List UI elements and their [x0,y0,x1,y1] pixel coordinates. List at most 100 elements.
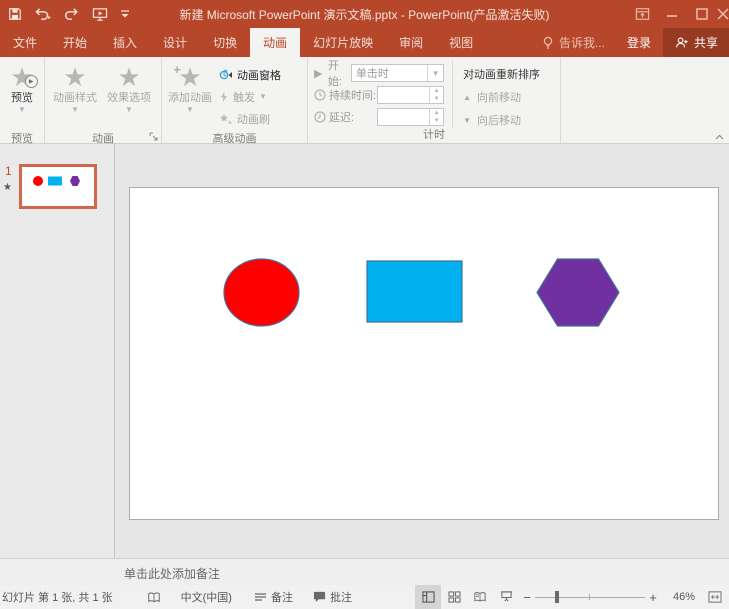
tell-me-button[interactable]: 告诉我... [532,28,615,57]
effect-options-button[interactable]: ★ 效果选项 ▼ [102,60,156,132]
delay-row: 延迟: ▲▼ [314,108,444,126]
slideshow-view-button[interactable] [493,585,519,609]
reading-view-button[interactable] [467,585,493,609]
dialog-launcher-icon[interactable] [149,132,158,141]
spinner-arrows[interactable]: ▲▼ [429,109,443,125]
spinner-down-icon[interactable]: ▼ [430,95,443,103]
slide-thumbnail-panel[interactable]: 1 ★ [0,144,115,558]
collapse-ribbon-icon[interactable] [715,134,724,140]
animation-indicator-star-icon[interactable]: ★ [3,182,12,193]
notes-toggle-button[interactable]: 备注 [250,585,297,609]
zoom-level[interactable]: 46% [661,591,695,603]
tab-insert[interactable]: 插入 [100,28,150,57]
language-status[interactable]: 中文(中国) [177,585,236,609]
group-label-timing: 计时 [308,128,560,143]
rectangle-shape[interactable] [367,261,462,322]
slide-number: 1 [5,164,12,178]
chevron-down-icon: ▼ [71,105,79,114]
redo-icon[interactable] [64,7,80,21]
preview-button[interactable]: ★ ▶ 预览 ▼ [3,60,41,132]
fit-slide-to-window-button[interactable] [703,585,727,609]
tab-transitions[interactable]: 切换 [200,28,250,57]
minimize-icon[interactable] [657,0,687,28]
move-later-button[interactable]: ▼ 向后移动 [463,112,557,128]
duration-spinner[interactable]: ▲▼ [377,86,444,104]
sign-in-button[interactable]: 登录 [615,28,663,57]
chevron-down-icon: ▼ [186,105,194,114]
play-badge-icon: ▶ [25,75,38,88]
delay-spinner[interactable]: ▲▼ [377,108,444,126]
ribbon-tab-row: 文件 开始 插入 设计 切换 动画 幻灯片放映 审阅 视图 告诉我... 登录 … [0,28,729,57]
zoom-slider[interactable] [535,585,645,609]
notes-placeholder[interactable]: 单击此处添加备注 [124,565,220,582]
normal-view-button[interactable] [415,585,441,609]
tab-view[interactable]: 视图 [436,28,486,57]
add-animation-button[interactable]: ★ + 添加动画 ▼ [165,60,215,132]
window-controls [627,0,729,28]
group-preview: ★ ▶ 预览 ▼ 预览 [0,57,45,143]
chevron-down-icon: ▼ [259,92,267,101]
save-icon[interactable] [8,7,22,21]
spinner-up-icon[interactable]: ▲ [430,87,443,95]
slide-sorter-view-button[interactable] [441,585,467,609]
duration-row: 持续时间: ▲▼ [314,86,444,104]
animation-pane-button[interactable]: 动画窗格 [219,65,281,84]
move-earlier-button[interactable]: ▲ 向前移动 [463,89,557,105]
slide-canvas[interactable] [129,187,719,520]
ribbon-empty-space [561,57,729,143]
zoom-slider-track[interactable] [535,597,645,598]
workspace: 1 ★ [0,144,729,558]
person-plus-icon [674,36,689,50]
star-icon: ★ [117,62,140,92]
normal-view-icon [422,591,435,603]
triangle-up-icon: ▲ [463,93,471,102]
zoom-slider-thumb[interactable] [555,591,559,603]
maximize-icon[interactable] [687,0,717,28]
zoom-out-button[interactable]: − [519,590,535,605]
share-button[interactable]: 共享 [663,28,729,57]
zoom-in-button[interactable]: + [645,590,661,605]
ribbon: ★ ▶ 预览 ▼ 预览 ★ 动画样式 ▼ ★ 效果选项 ▼ 动画 [0,57,729,144]
proofing-button[interactable] [143,585,165,609]
group-advanced-animation: ★ + 添加动画 ▼ 动画窗格 触发 ▼ [162,57,308,143]
start-dropdown[interactable]: 单击时 ▼ [351,64,444,82]
add-animation-star-icon: ★ + [178,62,201,92]
plus-icon: + [173,62,181,77]
start-slideshow-icon[interactable] [92,7,108,22]
group-animation: ★ 动画样式 ▼ ★ 效果选项 ▼ 动画 [45,57,162,143]
tab-file[interactable]: 文件 [0,28,50,57]
slide-count-status: 幻灯片 第 1 张, 共 1 张 [2,589,113,605]
tab-animations[interactable]: 动画 [250,28,300,57]
notes-pane[interactable]: 单击此处添加备注 [0,558,729,586]
spinner-arrows[interactable]: ▲▼ [429,87,443,103]
chevron-down-icon[interactable]: ▼ [427,65,443,81]
slide-thumbnail[interactable] [19,164,97,209]
customize-qat-icon[interactable] [120,8,130,20]
animation-styles-button[interactable]: ★ 动画样式 ▼ [48,60,102,132]
slideshow-icon [500,591,513,603]
animation-painter-button[interactable]: 动画刷 [219,109,281,128]
clock-icon [314,89,329,101]
ribbon-display-options-icon[interactable] [627,0,657,28]
slide-sorter-icon [448,591,461,603]
hexagon-shape[interactable] [537,259,619,326]
spinner-up-icon[interactable]: ▲ [430,109,443,117]
trigger-button[interactable]: 触发 ▼ [219,87,281,106]
lightbulb-icon [542,36,554,50]
ellipse-shape[interactable] [224,259,299,326]
zoom-slider-midpoint [589,594,590,600]
spinner-down-icon[interactable]: ▼ [430,117,443,125]
comments-toggle-button[interactable]: 批注 [309,585,356,609]
tab-slideshow[interactable]: 幻灯片放映 [300,28,386,57]
play-icon: ▶ [314,67,328,80]
tab-review[interactable]: 审阅 [386,28,436,57]
tab-home[interactable]: 开始 [50,28,100,57]
slide-shapes [130,188,718,519]
tab-design[interactable]: 设计 [150,28,200,57]
thumb-rectangle [48,177,62,186]
comment-icon [313,591,326,603]
animation-painter-icon [219,113,233,125]
tab-row-right: 告诉我... 登录 共享 [532,28,729,57]
close-icon[interactable] [717,0,729,28]
undo-icon[interactable] [34,7,52,21]
